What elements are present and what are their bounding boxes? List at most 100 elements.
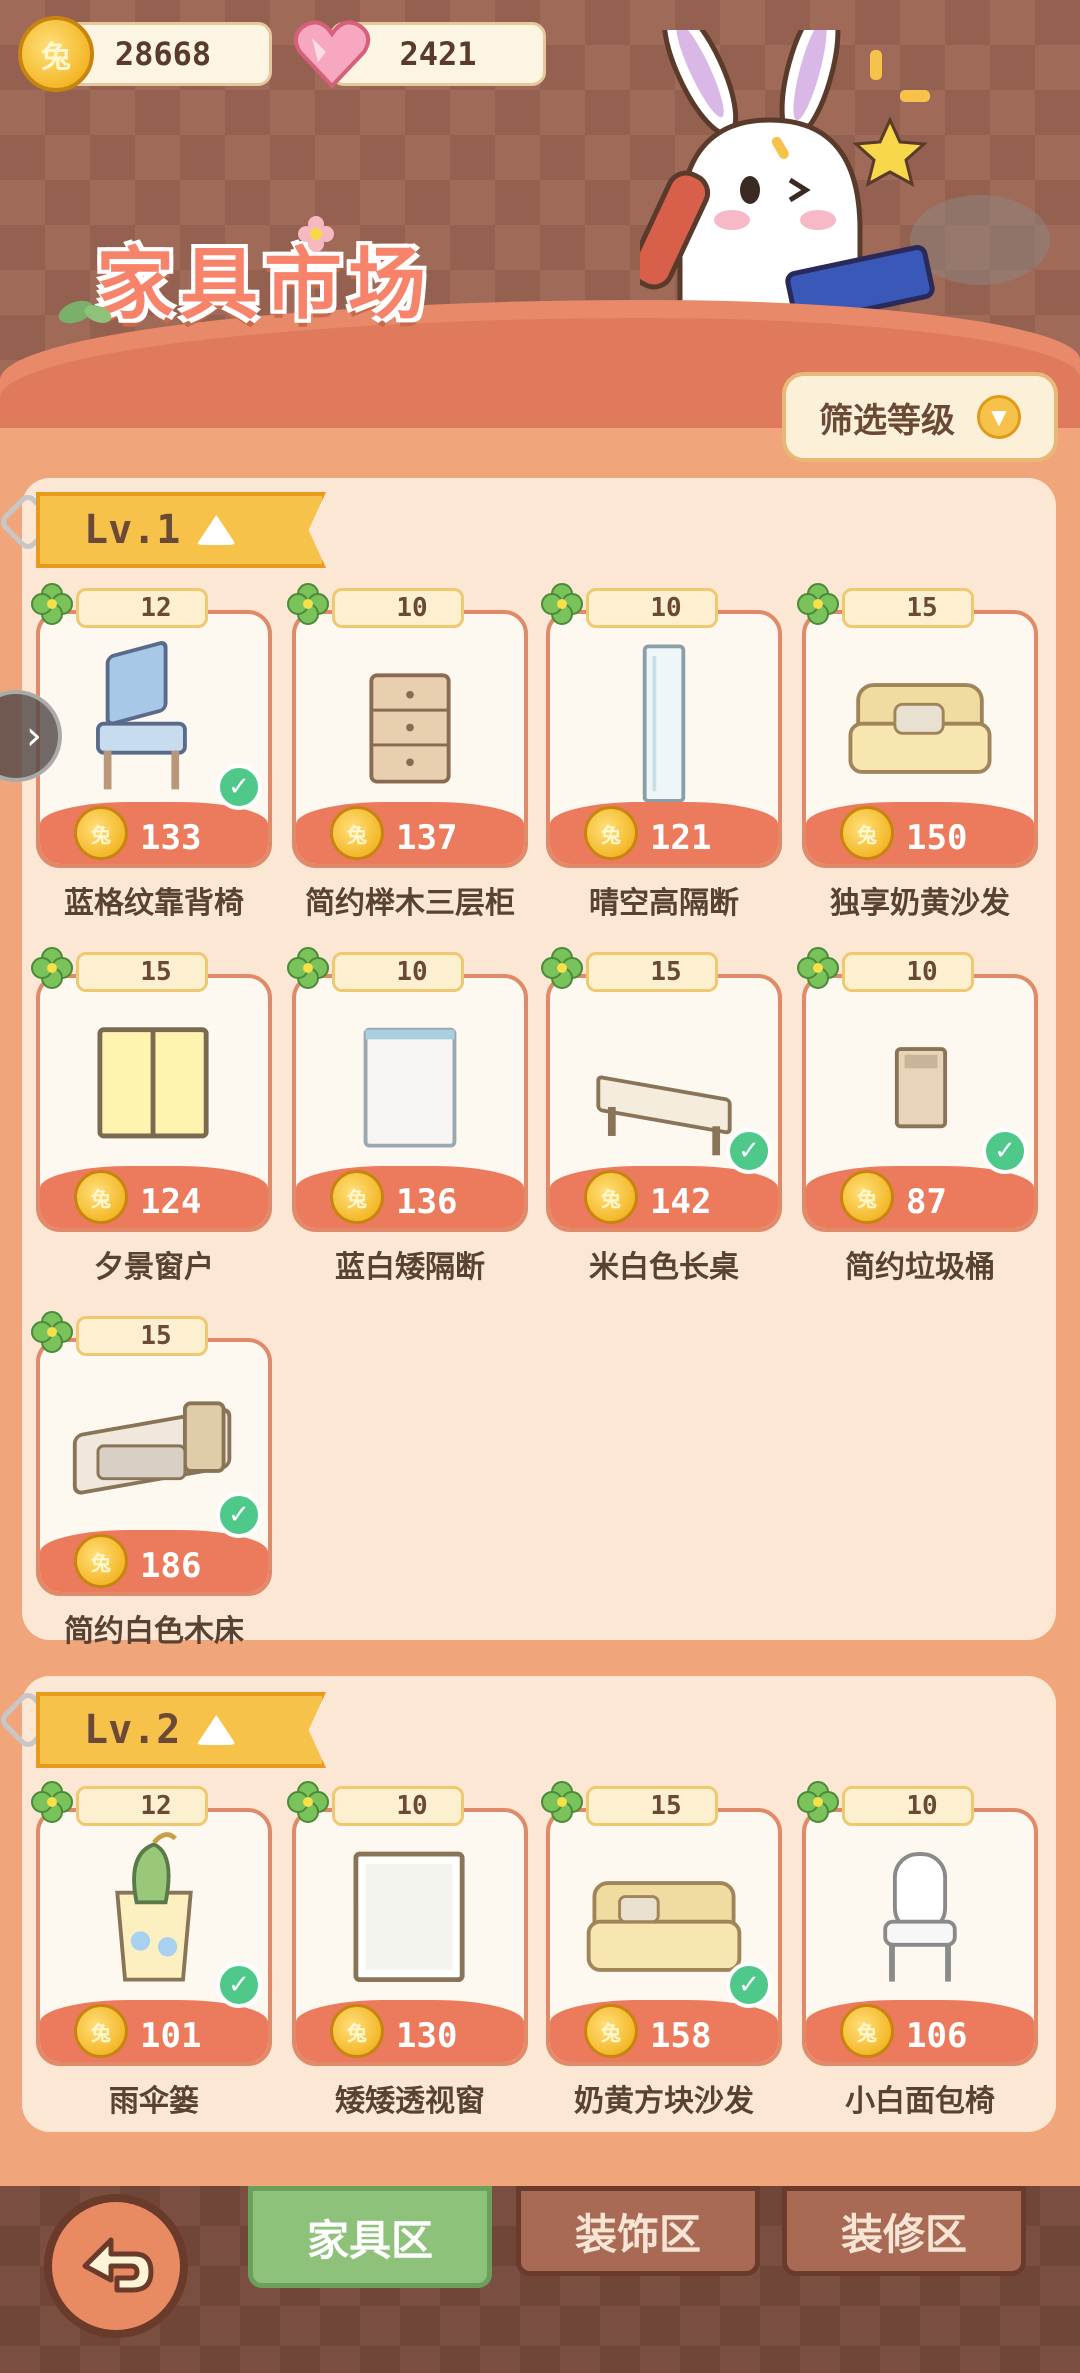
item-level-badge: 10 xyxy=(842,952,974,992)
item-price: 121 xyxy=(650,818,712,858)
coin-icon: 兔 xyxy=(584,1170,638,1224)
item-level-badge: 15 xyxy=(586,952,718,992)
coin-icon: 兔 xyxy=(330,1170,384,1224)
item-name: 夕景窗户 xyxy=(94,1250,214,1285)
item-level-badge: 10 xyxy=(332,588,464,628)
item-level-badge: 10 xyxy=(332,952,464,992)
item-name: 奶黄方块沙发 xyxy=(574,2084,754,2119)
window-yellow-icon xyxy=(97,1027,209,1139)
item-level-badge: 12 xyxy=(76,588,208,628)
coin-icon: 兔 xyxy=(74,2004,128,2058)
coin-icon: 兔 xyxy=(584,806,638,860)
coin-icon: 兔 xyxy=(840,806,894,860)
item-card[interactable]: 兔 136 xyxy=(292,974,528,1232)
item-name: 蓝白矮隔断 xyxy=(335,1250,485,1285)
owned-check-icon: ✓ xyxy=(216,764,262,810)
armchair-icon xyxy=(848,683,992,774)
item-level-badge: 15 xyxy=(76,952,208,992)
item-card[interactable]: 兔 124 xyxy=(36,974,272,1232)
clover-icon xyxy=(287,947,329,989)
item-level-badge: 10 xyxy=(842,1786,974,1826)
owned-check-icon: ✓ xyxy=(982,1128,1028,1174)
owned-check-icon: ✓ xyxy=(726,1962,772,2008)
item-name: 米白色长桌 xyxy=(589,1250,739,1285)
item-card[interactable]: 兔 150 xyxy=(802,610,1038,868)
heart-count: 2421 xyxy=(399,35,477,73)
item-level-badge: 15 xyxy=(842,588,974,628)
item-level-badge: 15 xyxy=(586,1786,718,1826)
level-1-tag[interactable]: Lv.1 xyxy=(36,492,326,568)
coin-count: 28668 xyxy=(114,35,212,73)
owned-check-icon: ✓ xyxy=(216,1962,262,2008)
item-name: 简约白色木床 xyxy=(64,1614,244,1649)
item-name: 矮矮透视窗 xyxy=(335,2084,485,2119)
heart-gem-icon xyxy=(292,18,372,90)
collapse-icon xyxy=(196,1715,237,1745)
level-1-label: Lv.1 xyxy=(84,507,181,553)
tab-decoration-label: 装饰区 xyxy=(574,2209,701,2259)
filter-chevron-icon: ▼ xyxy=(977,395,1021,439)
item-card[interactable]: 兔 133 ✓ xyxy=(36,610,272,868)
tab-furniture[interactable]: 家具区 xyxy=(248,2186,492,2288)
tab-furniture-label: 家具区 xyxy=(306,2215,433,2265)
item-price: 106 xyxy=(906,2016,968,2056)
clover-icon xyxy=(541,947,583,989)
item-name: 雨伞篓 xyxy=(109,2084,199,2119)
clover-icon xyxy=(287,583,329,625)
item-name: 小白面包椅 xyxy=(845,2084,995,2119)
item-name: 独享奶黄沙发 xyxy=(830,886,1010,921)
item-level-badge: 10 xyxy=(332,1786,464,1826)
item-price: 87 xyxy=(906,1182,947,1222)
item-name: 蓝格纹靠背椅 xyxy=(64,886,244,921)
item-level-badge: 12 xyxy=(76,1786,208,1826)
item-name: 简约榉木三层柜 xyxy=(305,886,515,921)
page-title: 家具市场 xyxy=(96,240,433,330)
item-card[interactable]: 兔 158 ✓ xyxy=(546,1808,782,2066)
tab-decoration[interactable]: 装饰区 xyxy=(516,2186,760,2276)
coin-icon: 兔 xyxy=(584,2004,638,2058)
tab-renovation[interactable]: 装修区 xyxy=(782,2186,1026,2276)
item-card[interactable]: 兔 106 xyxy=(802,1808,1038,2066)
title-leaf-icon xyxy=(58,300,112,324)
item-price: 158 xyxy=(650,2016,712,2056)
coin-icon: 兔 xyxy=(330,2004,384,2058)
item-card[interactable]: 兔 101 ✓ xyxy=(36,1808,272,2066)
low-partition-icon xyxy=(363,1027,457,1148)
item-card[interactable]: 兔 87 ✓ xyxy=(802,974,1038,1232)
coin-icon: 兔 xyxy=(74,1170,128,1224)
item-price: 101 xyxy=(140,2016,202,2056)
item-card[interactable]: 兔 130 xyxy=(292,1808,528,2066)
collapse-icon xyxy=(196,515,237,545)
item-price: 137 xyxy=(396,818,458,858)
item-card[interactable]: 兔 142 ✓ xyxy=(546,974,782,1232)
coin-icon: 兔 xyxy=(840,1170,894,1224)
coin-icon: 兔 xyxy=(18,16,94,92)
item-card[interactable]: 兔 186 ✓ xyxy=(36,1338,272,1596)
clover-icon xyxy=(31,947,73,989)
level-2-label: Lv.2 xyxy=(84,1707,181,1753)
back-arrow-icon xyxy=(82,2237,154,2293)
coin-icon: 兔 xyxy=(330,806,384,860)
clover-icon xyxy=(797,1781,839,1823)
item-card[interactable]: 兔 137 xyxy=(292,610,528,868)
clover-icon xyxy=(797,947,839,989)
item-card[interactable]: 兔 121 xyxy=(546,610,782,868)
window-white-icon xyxy=(353,1851,465,1983)
clover-icon xyxy=(541,1781,583,1823)
item-price: 133 xyxy=(140,818,202,858)
coin-icon: 兔 xyxy=(74,1534,128,1588)
white-chair-icon xyxy=(883,1852,957,1982)
item-price: 136 xyxy=(396,1182,458,1222)
item-name: 简约垃圾桶 xyxy=(845,1250,995,1285)
item-price: 186 xyxy=(140,1546,202,1586)
item-level-badge: 15 xyxy=(76,1316,208,1356)
coin-icon: 兔 xyxy=(74,806,128,860)
title-flower-icon xyxy=(298,216,334,252)
tab-renovation-label: 装修区 xyxy=(840,2209,967,2259)
item-price: 124 xyxy=(140,1182,202,1222)
back-button[interactable] xyxy=(44,2194,188,2338)
filter-level-button[interactable]: 筛选等级 ▼ xyxy=(782,372,1058,462)
owned-check-icon: ✓ xyxy=(216,1492,262,1538)
level-2-tag[interactable]: Lv.2 xyxy=(36,1692,326,1768)
clover-icon xyxy=(287,1781,329,1823)
